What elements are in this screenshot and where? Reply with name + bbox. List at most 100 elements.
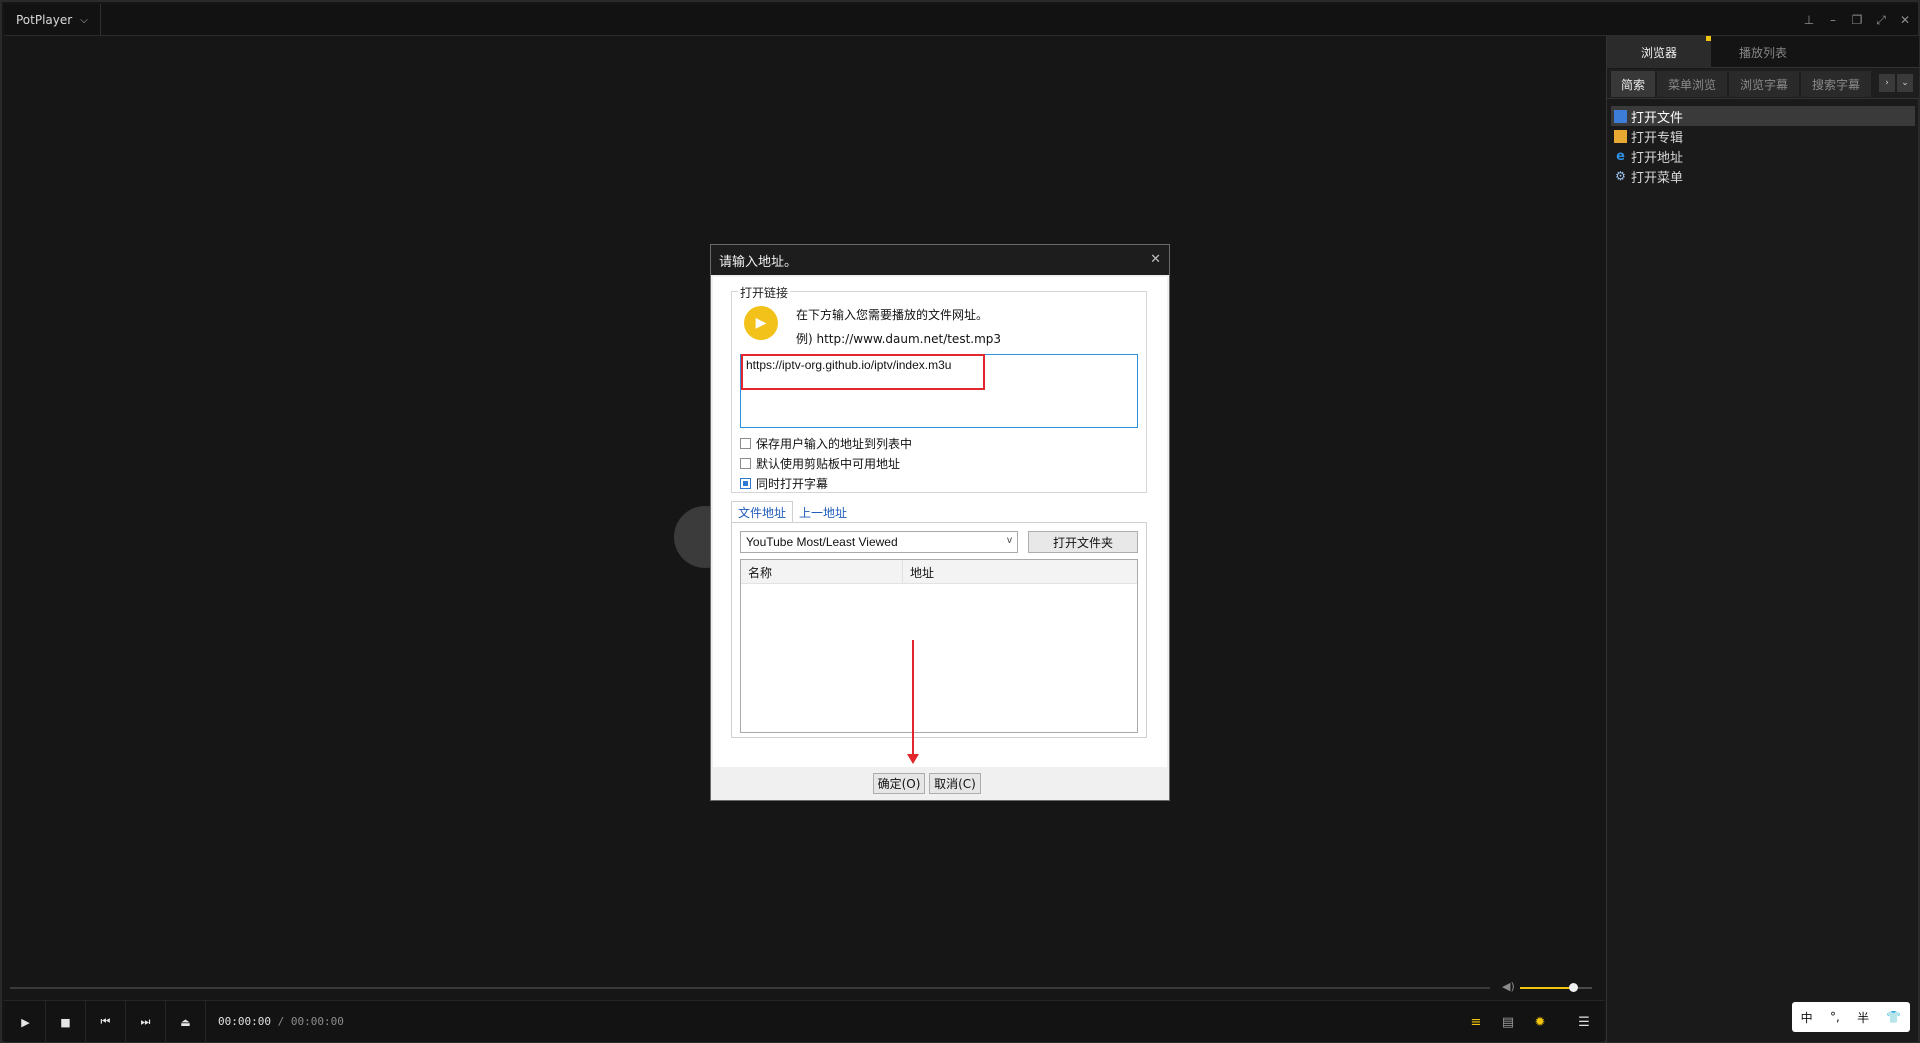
scroll-right-icon[interactable]: › — [1879, 74, 1895, 92]
annotation-arrow-head — [907, 754, 919, 764]
dialog-title: 请输入地址。 — [719, 254, 798, 270]
sub-tab-simple[interactable]: 简索 — [1611, 71, 1655, 97]
close-icon[interactable]: ✕ — [1150, 252, 1161, 267]
timecode: 00:00:00 / 00:00:00 — [218, 1015, 344, 1028]
minimize-icon[interactable]: – — [1826, 13, 1840, 27]
sidebar-list: 打开文件 打开专辑 e 打开地址 ⚙ 打开菜单 — [1611, 106, 1915, 186]
checkbox-box[interactable] — [740, 438, 751, 449]
volume-icon[interactable]: ◀) — [1502, 980, 1515, 993]
sidebar-item-open-url[interactable]: e 打开地址 — [1611, 146, 1915, 166]
sidebar-item-label: 打开文件 — [1631, 110, 1684, 126]
source-select-value: YouTube Most/Least Viewed — [746, 535, 898, 549]
seek-bar[interactable] — [10, 987, 1490, 989]
chevron-down-icon[interactable]: ⌄ — [1897, 74, 1913, 92]
ime-width[interactable]: 半 — [1857, 1009, 1869, 1026]
sub-tab-label: 搜索字幕 — [1811, 77, 1860, 92]
sub-tab-search-subtitles[interactable]: 搜索字幕 — [1801, 71, 1871, 97]
sub-tab-label: 菜单浏览 — [1667, 77, 1716, 92]
checkbox-label: 保存用户输入的地址到列表中 — [756, 437, 913, 451]
sub-tab-label: 简索 — [1620, 77, 1645, 92]
window-controls: ⊥ – ❐ ⤢ ✕ — [1802, 4, 1912, 36]
tab-playlist-label: 播放列表 — [1738, 45, 1787, 60]
enter-url-dialog: 请输入地址。 ✕ 打开链接 ▶ 在下方输入您需要播放的文件网址。 例) http… — [710, 244, 1170, 801]
chevron-down-icon: ⌵ — [80, 14, 88, 26]
sidebar-item-open-menu[interactable]: ⚙ 打开菜单 — [1611, 166, 1915, 186]
dialog-title-bar: 请输入地址。 ✕ — [711, 245, 1169, 275]
sub-tab-menu-browse[interactable]: 菜单浏览 — [1657, 71, 1727, 97]
ime-toolbar[interactable]: 中 °, 半 👕 — [1792, 1002, 1910, 1032]
pin-icon[interactable]: ⊥ — [1802, 13, 1816, 27]
column-address[interactable]: 地址 — [903, 560, 1137, 584]
previous-icon[interactable]: ⏮ — [86, 1001, 126, 1043]
shirt-icon[interactable]: 👕 — [1886, 1010, 1901, 1024]
ie-icon: e — [1616, 148, 1625, 164]
open-folder-button[interactable]: 打开文件夹 — [1028, 531, 1138, 553]
restore-icon[interactable]: ❐ — [1850, 13, 1864, 27]
next-icon[interactable]: ⏭ — [126, 1001, 166, 1043]
tab-label: 文件地址 — [738, 506, 787, 520]
tab-file-address[interactable]: 文件地址 — [731, 501, 794, 523]
file-address-panel: YouTube Most/Least Viewed v 打开文件夹 名称 地址 — [731, 522, 1147, 738]
volume-knob[interactable] — [1568, 983, 1578, 992]
tab-label: 上一地址 — [799, 505, 848, 520]
ime-punct[interactable]: °, — [1830, 1010, 1840, 1024]
sidebar-tabs: 浏览器 播放列表 — [1607, 36, 1919, 68]
close-icon[interactable]: ✕ — [1898, 13, 1912, 27]
sidebar-item-label: 打开菜单 — [1631, 170, 1684, 186]
column-name[interactable]: 名称 — [741, 560, 903, 584]
checkbox-box[interactable] — [740, 478, 751, 489]
checkbox-box[interactable] — [740, 458, 751, 469]
url-input[interactable]: https://iptv-org.github.io/iptv/index.m3… — [740, 354, 1138, 428]
cancel-button[interactable]: 取消(C) — [929, 773, 981, 794]
menu-icon[interactable]: ☰ — [1568, 1001, 1600, 1043]
sidebar-item-open-album[interactable]: 打开专辑 — [1611, 126, 1915, 146]
volume-slider[interactable] — [1520, 983, 1592, 992]
hint-text: 在下方输入您需要播放的文件网址。 — [796, 308, 989, 322]
ok-button[interactable]: 确定(O) — [873, 773, 925, 794]
title-bar: PotPlayer ⌵ ⊥ – ❐ ⤢ ✕ — [4, 4, 1918, 36]
open-subtitles-checkbox[interactable]: 同时打开字幕 — [740, 475, 828, 492]
volume-fill — [1520, 987, 1573, 989]
annotation-arrow-line — [912, 640, 914, 758]
time-current: 00:00:00 — [218, 1015, 271, 1028]
tab-playlist[interactable]: 播放列表 — [1711, 36, 1815, 68]
example-text: 例) http://www.daum.net/test.mp3 — [796, 332, 1002, 346]
chevron-down-icon[interactable]: v — [1007, 535, 1012, 546]
sub-tab-label: 浏览字幕 — [1739, 77, 1788, 92]
play-icon: ▶ — [744, 306, 778, 340]
control-bar: ▶ ■ ⏮ ⏭ ⏏ 00:00:00 / 00:00:00 ≡ ▤ ✹ ☰ — [4, 1000, 1604, 1043]
album-icon — [1614, 129, 1627, 143]
info-icon[interactable]: ▤ — [1492, 1001, 1524, 1043]
playlist-search-icon[interactable]: ≡ — [1460, 1001, 1492, 1043]
dialog-body: 打开链接 ▶ 在下方输入您需要播放的文件网址。 例) http://www.da… — [713, 277, 1167, 767]
time-separator: / — [277, 1015, 285, 1028]
app-menu-button[interactable]: PotPlayer ⌵ — [4, 4, 101, 36]
checkbox-label: 同时打开字幕 — [756, 477, 829, 491]
address-tabs: 文件地址 上一地址 — [731, 501, 853, 523]
group-label: 打开链接 — [738, 284, 791, 301]
use-clipboard-checkbox[interactable]: 默认使用剪贴板中可用地址 — [740, 455, 900, 472]
folder-icon — [1614, 109, 1627, 123]
eject-icon[interactable]: ⏏ — [166, 1001, 206, 1043]
time-total: 00:00:00 — [290, 1015, 344, 1028]
settings-icon[interactable]: ✹ — [1524, 1001, 1556, 1043]
dialog-footer: 确定(O) 取消(C) — [711, 767, 1169, 800]
open-link-group: 打开链接 ▶ 在下方输入您需要播放的文件网址。 例) http://www.da… — [731, 284, 1147, 493]
stop-icon[interactable]: ■ — [46, 1001, 86, 1043]
sidebar-item-label: 打开地址 — [1631, 150, 1684, 166]
save-url-checkbox[interactable]: 保存用户输入的地址到列表中 — [740, 435, 912, 452]
sidebar-sub-tabs: 简索 菜单浏览 浏览字幕 搜索字幕 › ⌄ — [1607, 69, 1919, 99]
address-list[interactable]: 名称 地址 — [740, 559, 1138, 733]
tab-browser[interactable]: 浏览器 — [1607, 36, 1711, 68]
fullscreen-icon[interactable]: ⤢ — [1874, 13, 1888, 28]
checkbox-label: 默认使用剪贴板中可用地址 — [756, 457, 901, 471]
gear-icon: ⚙ — [1615, 168, 1626, 183]
sub-tab-browse-subtitles[interactable]: 浏览字幕 — [1729, 71, 1799, 97]
play-icon[interactable]: ▶ — [6, 1001, 46, 1043]
sidebar: 浏览器 播放列表 简索 菜单浏览 浏览字幕 搜索字幕 › ⌄ 打开文件 打开专辑 — [1606, 36, 1919, 1042]
sidebar-item-label: 打开专辑 — [1631, 130, 1684, 146]
tab-previous-address[interactable]: 上一地址 — [793, 501, 853, 523]
source-select[interactable]: YouTube Most/Least Viewed v — [740, 531, 1018, 553]
sidebar-item-open-file[interactable]: 打开文件 — [1611, 106, 1915, 126]
ime-mode[interactable]: 中 — [1801, 1009, 1813, 1026]
